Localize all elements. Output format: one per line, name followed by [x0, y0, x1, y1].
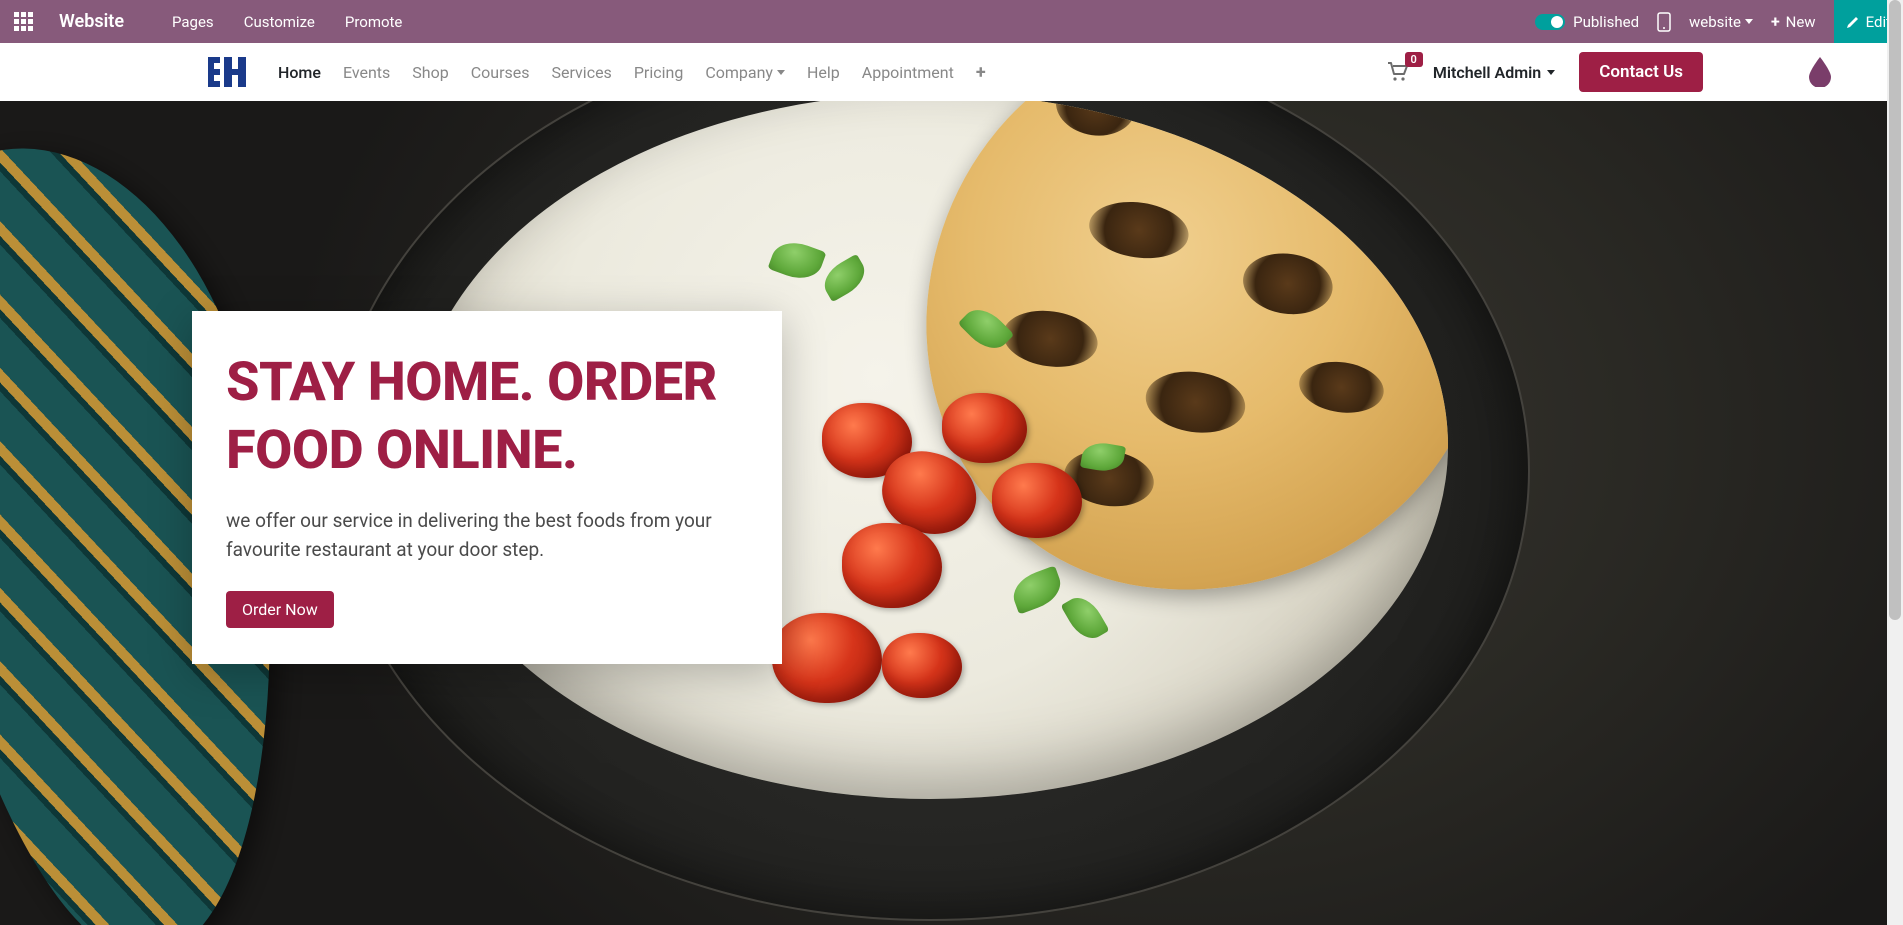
pencil-icon [1846, 15, 1860, 29]
new-button[interactable]: + New [1771, 12, 1816, 31]
admin-menu-customize[interactable]: Customize [244, 13, 315, 31]
nav-item-help[interactable]: Help [807, 63, 840, 82]
hero-text: we offer our service in delivering the b… [226, 506, 748, 565]
site-navbar: Home Events Shop Courses Services Pricin… [0, 43, 1903, 101]
published-toggle[interactable] [1535, 14, 1565, 30]
decorative-bread [892, 101, 1448, 629]
theme-color-indicator[interactable] [1807, 55, 1833, 91]
hero-card: STAY HOME. ORDER FOOD ONLINE. we offer o… [192, 311, 782, 664]
nav-items: Home Events Shop Courses Services Pricin… [278, 62, 986, 83]
site-logo[interactable] [206, 55, 248, 89]
droplet-icon [1807, 55, 1833, 87]
logo-icon [206, 55, 248, 89]
chevron-down-icon [1745, 19, 1753, 24]
nav-item-events[interactable]: Events [343, 63, 390, 82]
nav-item-company[interactable]: Company [705, 63, 785, 82]
nav-item-home[interactable]: Home [278, 63, 321, 82]
contact-us-button[interactable]: Contact Us [1579, 52, 1703, 92]
nav-item-pricing[interactable]: Pricing [634, 63, 684, 82]
admin-menu: Pages Customize Promote [172, 13, 402, 31]
website-selector[interactable]: website [1689, 13, 1753, 31]
published-label: Published [1573, 13, 1639, 31]
admin-menu-pages[interactable]: Pages [172, 13, 214, 31]
website-selector-label: website [1689, 13, 1741, 31]
new-label: New [1786, 13, 1816, 31]
nav-right: 0 Mitchell Admin Contact Us [1387, 52, 1703, 92]
nav-item-company-label: Company [705, 63, 773, 82]
nav-item-courses[interactable]: Courses [471, 63, 530, 82]
mobile-preview-icon[interactable] [1657, 12, 1671, 32]
scrollbar-thumb[interactable] [1889, 0, 1901, 620]
admin-bar-left: Website Pages Customize Promote [14, 11, 402, 32]
admin-menu-promote[interactable]: Promote [345, 13, 403, 31]
user-name: Mitchell Admin [1433, 63, 1541, 82]
app-title[interactable]: Website [59, 11, 124, 32]
user-menu[interactable]: Mitchell Admin [1433, 63, 1555, 82]
admin-bar: Website Pages Customize Promote Publishe… [0, 0, 1903, 43]
add-nav-item-button[interactable]: + [976, 62, 986, 83]
order-now-button[interactable]: Order Now [226, 591, 334, 628]
nav-item-services[interactable]: Services [552, 63, 612, 82]
scrollbar[interactable] [1887, 0, 1903, 925]
cart-button[interactable]: 0 [1387, 62, 1409, 82]
admin-bar-right: Published website + New Edit [1535, 0, 1903, 43]
published-toggle-group: Published [1535, 13, 1639, 31]
apps-grid-icon[interactable] [14, 12, 33, 31]
hero-section: STAY HOME. ORDER FOOD ONLINE. we offer o… [0, 101, 1903, 925]
nav-item-appointment[interactable]: Appointment [862, 63, 954, 82]
chevron-down-icon [1547, 70, 1555, 75]
plus-icon: + [1771, 12, 1780, 31]
hero-title: STAY HOME. ORDER FOOD ONLINE. [226, 349, 748, 484]
cart-count-badge: 0 [1405, 52, 1423, 67]
chevron-down-icon [777, 70, 785, 75]
nav-item-shop[interactable]: Shop [412, 63, 448, 82]
